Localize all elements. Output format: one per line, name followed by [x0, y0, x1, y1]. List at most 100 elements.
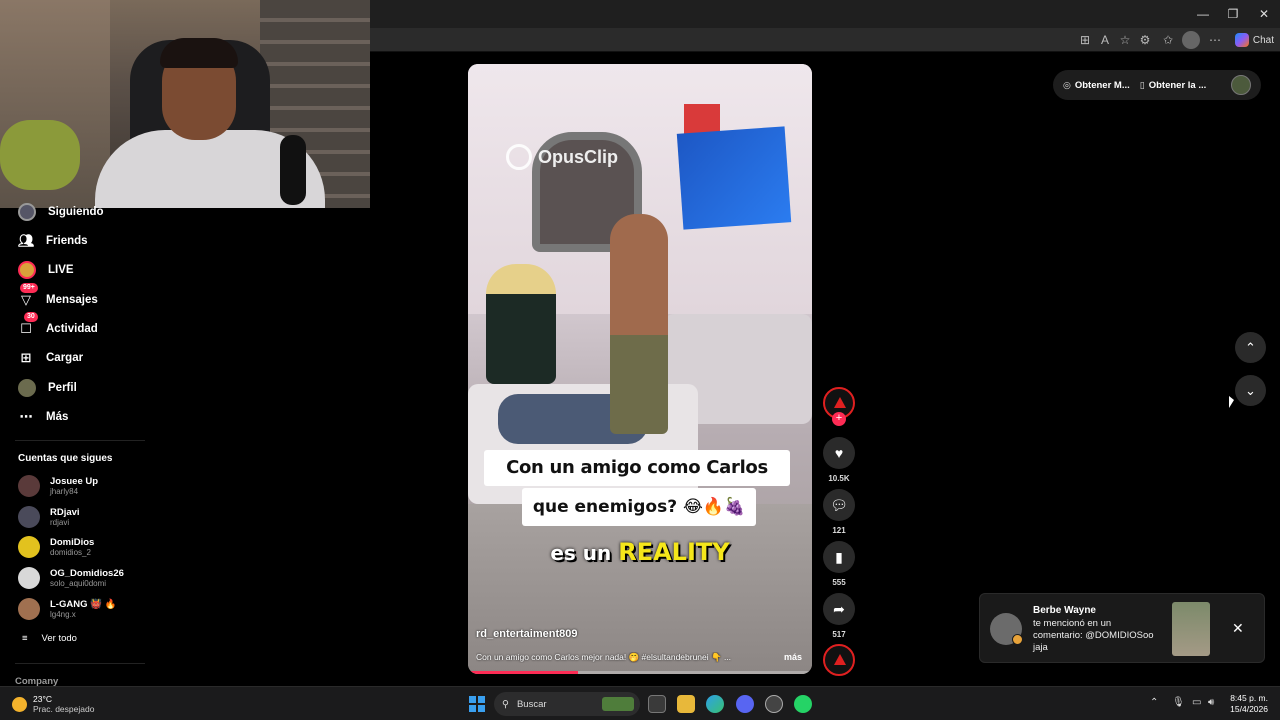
favorite-star-icon[interactable]: ☆ — [1116, 31, 1134, 49]
display-icon[interactable]: ▭ — [1192, 697, 1201, 708]
coin-icon: ◎ — [1063, 79, 1071, 90]
comment-count: 121 — [832, 526, 846, 535]
video-description: Con un amigo como Carlos mejor nada! 🤭 #… — [476, 652, 732, 662]
chat-label: Chat — [1252, 34, 1274, 46]
user-avatar[interactable] — [1231, 75, 1251, 95]
followed-account[interactable]: OG_Domidios26 solo_aqui0domi — [18, 564, 124, 592]
mouse-cursor-icon — [1229, 396, 1234, 408]
video-progress-bar[interactable] — [468, 671, 812, 674]
messages-icon: ▽ 99+ — [18, 283, 38, 308]
search-icon: ⚲ — [502, 698, 509, 710]
following-section-title: Cuentas que sigues — [18, 453, 113, 464]
next-video-button[interactable]: ⌄ — [1235, 375, 1266, 406]
nav-messages[interactable]: ▽ 99+ Mensajes — [18, 283, 98, 311]
clock[interactable]: 8:45 p. m. 15/4/2026 — [1230, 693, 1268, 715]
sound-disc[interactable] — [823, 644, 855, 676]
caption-line-3: es un REALITY — [550, 538, 730, 566]
share-action[interactable]: ➦ 517 — [823, 593, 855, 639]
wall-poster — [676, 126, 792, 230]
whatsapp-icon[interactable] — [794, 695, 812, 713]
share-count: 517 — [832, 630, 846, 639]
activity-icon: ☐ 30 — [18, 312, 38, 337]
badge-icon — [1012, 634, 1023, 645]
search-highlight-icon — [602, 697, 634, 711]
video-player[interactable]: OpusClip Con un amigo como Carlos para q… — [468, 64, 812, 674]
nav-more[interactable]: ⋯ Más — [18, 406, 69, 428]
notification-thumbnail[interactable] — [1172, 602, 1210, 656]
nav-live[interactable]: LIVE — [18, 259, 74, 281]
comment-icon[interactable]: 💬︎ — [823, 489, 855, 521]
windows-start-icon[interactable] — [469, 696, 485, 712]
discord-icon[interactable] — [736, 695, 754, 713]
restore-icon[interactable]: ❐ — [1218, 4, 1248, 24]
caption-line-1: Con un amigo como Carlos para — [484, 450, 790, 514]
nav-following[interactable]: Siguiendo — [18, 201, 104, 223]
mention-notification[interactable]: Berbe Wayne te mencionó en un comentario… — [979, 593, 1265, 663]
nav-activity[interactable]: ☐ 30 Actividad — [18, 312, 98, 340]
opusclip-watermark: OpusClip — [506, 144, 618, 170]
more-button[interactable]: más — [784, 652, 802, 662]
browser-toolbar: ⊞ A ☆ ⚙ ✩ ⋯ Chat — [370, 28, 1280, 52]
get-coins-button[interactable]: ◎ Obtener M... — [1063, 80, 1130, 91]
volume-icon[interactable]: 🔊︎ — [1208, 697, 1214, 708]
friends-icon: 👥︎ — [18, 233, 35, 248]
address-field[interactable] — [370, 29, 1060, 51]
bookmark-icon[interactable]: ▮ — [823, 541, 855, 573]
profile-avatar-icon — [18, 379, 36, 397]
more-menu-icon[interactable]: ⋯ — [1206, 31, 1224, 49]
nav-friends[interactable]: 👥︎ Friends — [18, 230, 88, 252]
edge-browser-icon[interactable] — [706, 695, 724, 713]
see-all-link[interactable]: ≡ Ver todo — [22, 633, 77, 644]
video-author[interactable]: rd_entertaiment809 — [476, 628, 578, 640]
minimize-icon[interactable]: — — [1188, 4, 1218, 24]
account-avatar — [18, 536, 40, 558]
caption-line-2: que enemigos? 😂🔥🍇 — [522, 488, 756, 526]
upload-icon: ⊞ — [20, 350, 32, 365]
profile-avatar-icon[interactable] — [1182, 31, 1200, 49]
translate-icon[interactable]: A — [1096, 31, 1114, 49]
previous-video-button[interactable]: ⌃ — [1235, 332, 1266, 363]
chevron-down-icon: ⌄ — [1245, 383, 1256, 398]
nav-profile[interactable]: Perfil — [18, 377, 77, 399]
save-action[interactable]: ▮ 555 — [823, 541, 855, 587]
list-icon: ≡ — [22, 633, 28, 644]
account-avatar — [18, 598, 40, 620]
app-icon[interactable] — [765, 695, 783, 713]
extensions-icon[interactable]: ⚙ — [1136, 31, 1154, 49]
progress-fill — [468, 671, 579, 674]
phone-icon: ▯ — [1139, 79, 1145, 90]
follow-plus-icon[interactable]: + — [832, 412, 846, 426]
top-actions-bar: ◎ Obtener M... ▯ Obtener la ... — [1053, 70, 1261, 100]
copilot-chat-button[interactable]: Chat — [1234, 30, 1274, 50]
taskbar-search[interactable]: ⚲ Buscar — [494, 692, 640, 716]
tray-overflow-icon[interactable]: ⌃ — [1150, 697, 1158, 708]
heart-icon[interactable]: ♥ — [823, 437, 855, 469]
activity-badge: 30 — [24, 312, 38, 322]
live-icon — [18, 261, 36, 279]
file-explorer-icon[interactable] — [677, 695, 695, 713]
get-app-button[interactable]: ▯ Obtener la ... — [1140, 80, 1207, 91]
close-window-icon[interactable]: ✕ — [1249, 4, 1279, 24]
microphone-tray-icon[interactable]: 🎙︎ — [1172, 697, 1185, 708]
share-icon[interactable]: ➦ — [823, 593, 855, 625]
close-icon[interactable]: ✕ — [1232, 620, 1244, 637]
account-avatar — [18, 475, 40, 497]
weather-widget[interactable]: 23°C Prac. despejado — [12, 694, 94, 714]
chevron-up-icon: ⌃ — [1245, 340, 1256, 355]
taskbar: 23°C Prac. despejado ⚲ Buscar ⌃ 🎙︎ ▭ 🔊︎ … — [0, 686, 1280, 720]
followed-account[interactable]: DomiDios domidios_2 — [18, 533, 94, 561]
divider — [15, 440, 145, 441]
app-available-icon[interactable]: ⊞ — [1076, 31, 1094, 49]
like-action[interactable]: ♥ 10.5K — [823, 437, 855, 483]
followed-account[interactable]: RDjavi rdjavi — [18, 503, 80, 531]
copilot-icon — [1234, 33, 1249, 47]
favorites-icon[interactable]: ✩ — [1159, 31, 1177, 49]
followed-account[interactable]: L-GANG 👹 🔥 lg4ng.x — [18, 595, 116, 623]
like-count: 10.5K — [828, 474, 850, 483]
followed-account[interactable]: Josuee Up jharly84 — [18, 472, 98, 500]
notification-name: Berbe Wayne — [1033, 605, 1096, 616]
divider — [15, 663, 145, 664]
comment-action[interactable]: 💬︎ 121 — [823, 489, 855, 535]
task-view-icon[interactable] — [648, 695, 666, 713]
nav-upload[interactable]: ⊞ Cargar — [18, 347, 84, 369]
